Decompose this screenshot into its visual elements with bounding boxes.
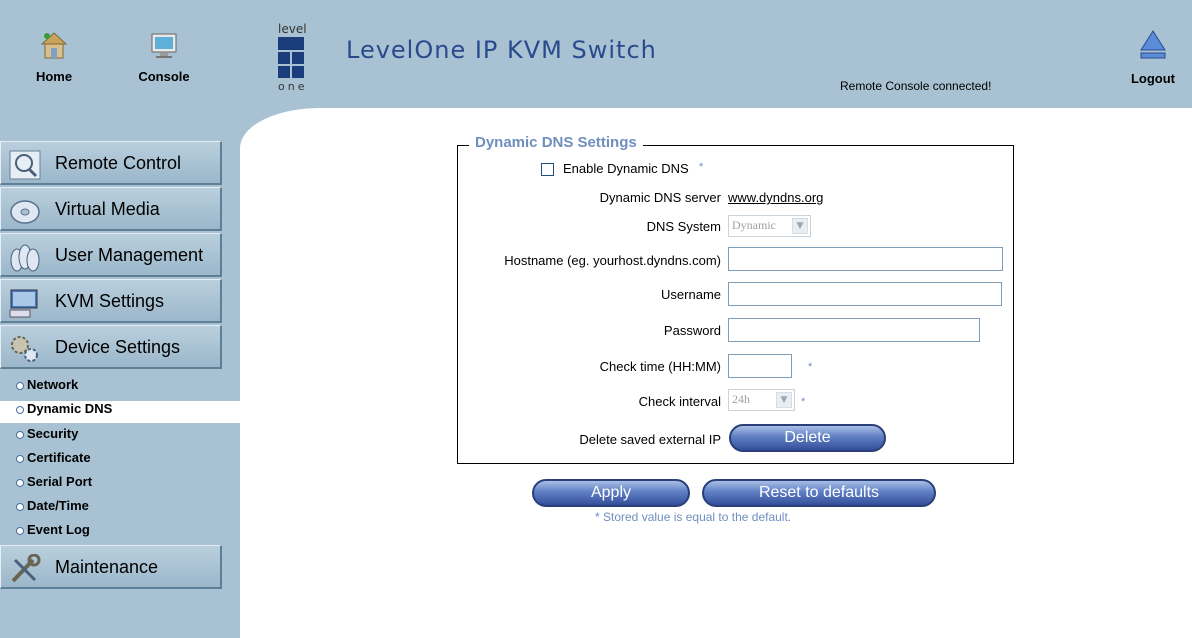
menu-remote-control[interactable]: Remote Control <box>0 141 222 185</box>
password-label: Password <box>663 323 721 338</box>
bullet-icon <box>16 430 24 439</box>
check-time-input[interactable] <box>728 354 792 378</box>
menu-maintenance[interactable]: Maintenance <box>0 545 222 589</box>
submenu-label: Security <box>27 426 79 441</box>
menu-label: Device Settings <box>55 337 181 357</box>
users-icon <box>10 244 40 272</box>
submenu-security[interactable]: Security <box>0 426 240 448</box>
submenu-network[interactable]: Network <box>0 377 240 399</box>
bullet-icon <box>16 502 24 511</box>
ddns-settings-legend: Dynamic DNS Settings <box>469 134 643 151</box>
bullet-icon <box>16 454 24 463</box>
bullet-icon <box>16 381 24 390</box>
submenu-certificate[interactable]: Certificate <box>0 450 240 472</box>
magnifier-icon <box>9 150 41 180</box>
menu-device-settings[interactable]: Device Settings <box>0 325 222 369</box>
menu-label: KVM Settings <box>55 291 165 311</box>
ddns-server-link[interactable]: www.dyndns.org <box>728 190 823 205</box>
logout-button[interactable]: Logout <box>1116 28 1190 86</box>
eject-icon <box>1140 30 1166 59</box>
app-title: LevelOne IP KVM Switch <box>346 36 657 64</box>
submenu-label: Date/Time <box>27 498 89 513</box>
check-interval-value: 24h <box>732 392 750 406</box>
console-button[interactable]: Console <box>124 30 204 84</box>
disc-icon <box>10 200 40 224</box>
submenu-event-log[interactable]: Event Log <box>0 522 240 544</box>
delete-button[interactable]: Delete <box>729 424 886 452</box>
content-corner <box>240 108 400 188</box>
submenu-label: Dynamic DNS <box>27 401 113 416</box>
menu-label: Maintenance <box>55 557 159 577</box>
gears-icon <box>11 336 38 362</box>
menu-virtual-media[interactable]: Virtual Media <box>0 187 222 231</box>
monitor-keyboard-icon <box>9 289 38 318</box>
chevron-down-icon: ▼ <box>776 392 792 408</box>
submenu-date-time[interactable]: Date/Time <box>0 498 240 520</box>
username-input[interactable] <box>728 282 1002 306</box>
password-input[interactable] <box>728 318 980 342</box>
dns-system-value: Dynamic <box>732 218 776 232</box>
tools-icon <box>11 554 41 583</box>
menu-kvm-settings[interactable]: KVM Settings <box>0 279 222 323</box>
hostname-label: Hostname (eg. yourhost.dyndns.com) <box>504 253 721 268</box>
username-label: Username <box>661 287 721 302</box>
logout-label: Logout <box>1130 71 1176 86</box>
enable-ddns-label: Enable Dynamic DNS <box>563 161 689 176</box>
dns-system-select[interactable]: Dynamic ▼ <box>728 215 811 237</box>
submenu-label: Serial Port <box>27 474 93 489</box>
default-marker: * <box>699 161 704 173</box>
bullet-icon <box>16 478 24 487</box>
ddns-server-value[interactable]: www.dyndns.org <box>728 190 823 205</box>
check-time-label: Check time (HH:MM) <box>599 359 721 374</box>
chevron-down-icon: ▼ <box>792 218 808 234</box>
check-interval-select[interactable]: 24h ▼ <box>728 389 795 411</box>
enable-ddns-checkbox[interactable] <box>541 163 554 176</box>
submenu-dynamic-dns[interactable]: Dynamic DNS <box>0 401 240 423</box>
bullet-icon <box>16 405 24 414</box>
logo-text-bottom: one <box>278 80 307 92</box>
levelone-logo: level one <box>276 22 336 93</box>
submenu-label: Network <box>27 377 79 392</box>
dns-system-label: DNS System <box>646 219 721 234</box>
check-interval-label: Check interval <box>638 394 721 409</box>
apply-button[interactable]: Apply <box>532 479 690 507</box>
menu-label: Remote Control <box>55 153 182 173</box>
home-icon <box>40 32 68 59</box>
submenu-serial-port[interactable]: Serial Port <box>0 474 240 496</box>
default-marker: * <box>801 396 806 408</box>
default-marker: * <box>808 361 813 373</box>
delete-ip-label: Delete saved external IP <box>579 432 721 447</box>
home-label: Home <box>35 69 73 84</box>
ddns-server-label: Dynamic DNS server <box>599 190 721 205</box>
submenu-label: Event Log <box>27 522 90 537</box>
menu-label: User Management <box>55 245 204 265</box>
connection-status: Remote Console connected! <box>840 79 992 93</box>
bullet-icon <box>16 526 24 535</box>
menu-label: Virtual Media <box>55 199 160 219</box>
submenu-label: Certificate <box>27 450 91 465</box>
logo-text-top: level <box>278 22 307 36</box>
reset-defaults-button[interactable]: Reset to defaults <box>702 479 936 507</box>
default-note: * Stored value is equal to the default. <box>595 510 792 524</box>
menu-user-management[interactable]: User Management <box>0 233 222 277</box>
console-label: Console <box>138 69 190 84</box>
hostname-input[interactable] <box>728 247 1003 271</box>
home-button[interactable]: Home <box>14 30 94 84</box>
monitor-icon <box>151 33 177 58</box>
